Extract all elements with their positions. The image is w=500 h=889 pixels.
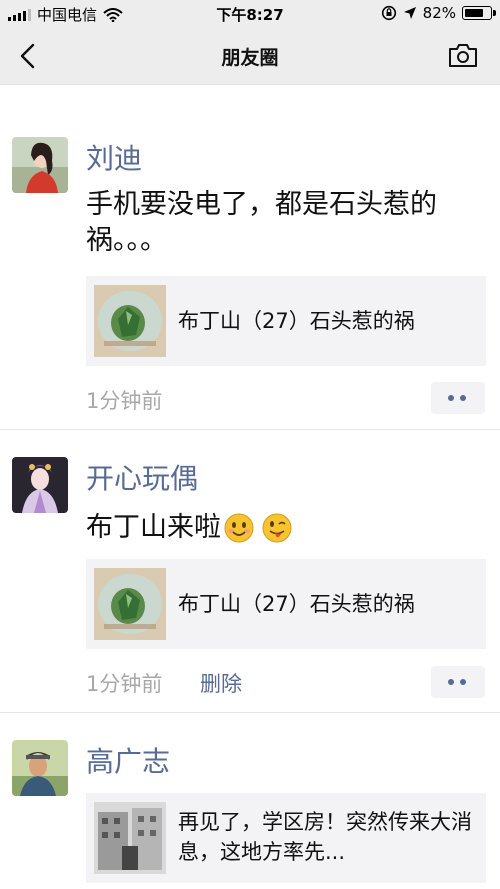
camera-icon[interactable] <box>448 42 478 68</box>
crystal-image <box>94 285 166 357</box>
author-name[interactable]: 刘迪 <box>86 137 142 177</box>
post-time: 1分钟前 <box>86 389 163 413</box>
link-thumbnail <box>94 285 166 357</box>
avatar-image <box>12 137 68 193</box>
smiling-face-emoji <box>224 513 254 543</box>
delete-button[interactable]: 删除 <box>200 668 242 698</box>
author-name[interactable]: 高广志 <box>86 740 170 780</box>
status-right: 82% <box>381 4 496 22</box>
location-icon <box>403 7 416 19</box>
battery-fill <box>465 9 483 17</box>
link-title: 布丁山（27）石头惹的祸 <box>178 309 415 333</box>
battery-icon <box>462 6 496 20</box>
crystal-image <box>94 568 166 640</box>
link-card[interactable]: 再见了，学区房！突然传来大消息，这地方率先... <box>86 793 486 883</box>
post-text: 手机要没电了，都是石头惹的祸。。。 <box>86 189 437 256</box>
link-thumbnail <box>94 802 166 874</box>
link-card[interactable]: 布丁山（27）石头惹的祸 <box>86 559 486 649</box>
status-bar: 中国电信 下午8:27 82% <box>0 0 500 28</box>
rotation-lock-icon <box>381 5 396 21</box>
link-title: 布丁山（27）石头惹的祸 <box>178 592 415 616</box>
avatar[interactable] <box>12 137 68 193</box>
page-title: 朋友圈 <box>221 47 279 69</box>
avatar-image <box>12 457 68 513</box>
avatar[interactable] <box>12 457 68 513</box>
post-text-row: 布丁山来啦 <box>86 510 476 546</box>
moment-post: 开心玩偶 布丁山来啦 布丁山（27）石头惹的祸 1分钟前 删除 <box>0 430 500 713</box>
post-time: 1分钟前 <box>86 672 163 696</box>
more-actions-button[interactable] <box>431 382 485 414</box>
link-card[interactable]: 布丁山（27）石头惹的祸 <box>86 276 486 366</box>
navigation-bar: 朋友圈 <box>0 28 500 85</box>
link-title: 再见了，学区房！突然传来大消息，这地方率先... <box>178 810 472 864</box>
avatar[interactable] <box>12 740 68 796</box>
moment-post: 高广志 再见了，学区房！突然传来大消息，这地方率先... <box>0 713 500 889</box>
news-image <box>94 802 166 874</box>
moment-post: 刘迪 手机要没电了，都是石头惹的祸。。。 布丁山（27）石头惹的祸 1分钟前 <box>0 85 500 430</box>
more-actions-button[interactable] <box>431 666 485 698</box>
post-text: 布丁山来啦 <box>86 512 221 543</box>
avatar-image <box>12 740 68 796</box>
battery-percent: 82% <box>422 4 456 22</box>
author-name[interactable]: 开心玩偶 <box>86 457 198 497</box>
link-thumbnail <box>94 568 166 640</box>
winking-face-with-tongue-emoji <box>262 513 292 543</box>
